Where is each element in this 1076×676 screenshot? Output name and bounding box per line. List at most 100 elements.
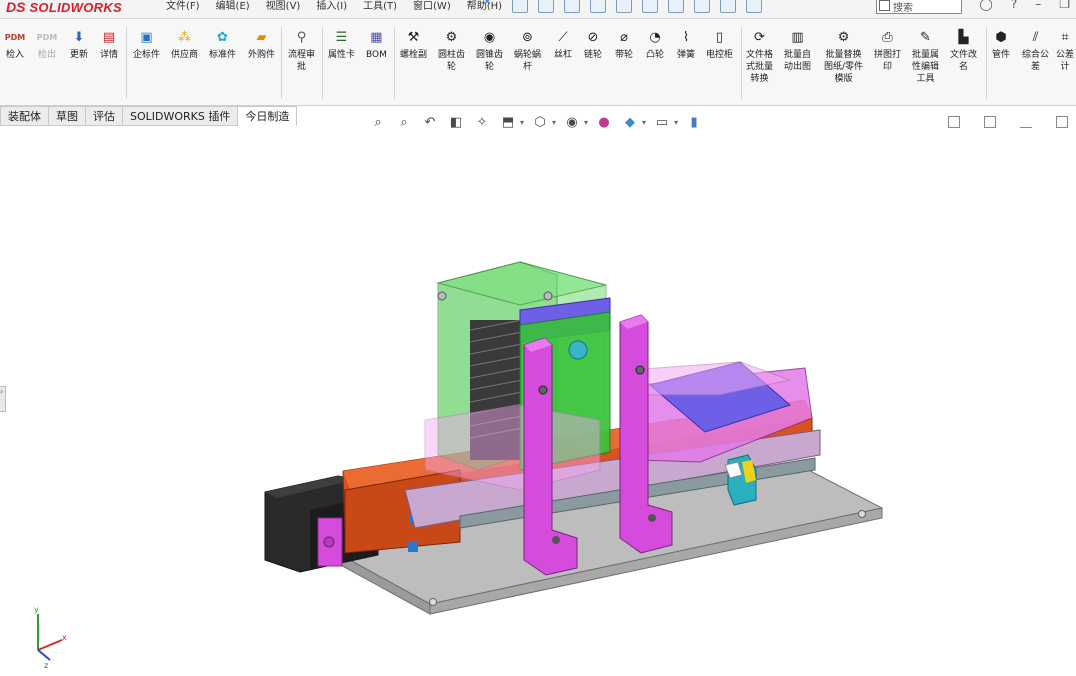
view-settings-icon[interactable]: ▭ <box>652 112 672 132</box>
pdm-checkin-icon: PDM <box>4 33 26 42</box>
search-input[interactable]: 搜索 <box>876 0 962 14</box>
ribbon-button-tolerance[interactable]: ⫽ 综合公 差 <box>1022 29 1049 73</box>
select-icon[interactable] <box>668 0 684 13</box>
ribbon-label: BOM <box>366 50 387 60</box>
edit-appearance-icon[interactable]: ● <box>594 112 614 132</box>
doc-restore-icon[interactable] <box>1056 116 1068 128</box>
print-icon[interactable] <box>616 0 632 13</box>
menu-file[interactable]: 文件(F) <box>166 0 200 12</box>
undo-icon[interactable] <box>642 0 658 13</box>
ribbon-button-batch-drawing[interactable]: ▥ 批量自 动出图 <box>784 29 811 73</box>
ribbon-button-batch-property-edit[interactable]: ✎ 批量属 性编辑 工具 <box>912 29 939 85</box>
pin-icon[interactable]: ✕ <box>483 0 491 8</box>
ribbon-button-pulley[interactable]: ⌀ 带轮 <box>615 29 633 61</box>
ribbon-label: 拼图打 印 <box>874 50 902 72</box>
chevron-down-icon[interactable]: ▾ <box>642 118 646 127</box>
doc-minimize-icon[interactable] <box>1020 116 1032 128</box>
previous-view-icon[interactable]: ↶ <box>420 112 440 132</box>
chevron-down-icon[interactable]: ▾ <box>584 118 588 127</box>
ribbon-button-cam[interactable]: ◔ 凸轮 <box>646 29 664 61</box>
dynamic-annotation-icon[interactable]: ✧ <box>472 112 492 132</box>
ribbon-button-pipe-fitting[interactable]: ⬢ 管件 <box>992 29 1010 61</box>
ribbon-button-purchased-part[interactable]: ▰ 外购件 <box>248 29 275 61</box>
ribbon-button-control-cabinet[interactable]: ▯ 电控柜 <box>706 29 733 61</box>
ribbon-separator <box>986 27 987 99</box>
ribbon-button-supplier[interactable]: ⁂ 供应商 <box>171 29 198 61</box>
help-icon[interactable]: ? <box>1011 0 1017 11</box>
solidworks-logo-text: SOLIDWORKS <box>29 0 123 15</box>
tab-today-manufacturing[interactable]: 今日制造 <box>238 106 298 126</box>
ribbon-button-bom[interactable]: ▦ BOM <box>366 29 387 61</box>
ribbon-label: 电控柜 <box>706 50 734 60</box>
ribbon-label: 文件改 名 <box>950 50 978 72</box>
command-ribbon: PDM 检入 PDM 检出 ⬇ 更新 ▤ 详情 ▣ 企标件 ⁂ 供应商 ✿ 标准… <box>0 19 1076 106</box>
ribbon-label: 批量替换 图纸/零件 模版 <box>824 50 864 84</box>
ribbon-button-standard-part[interactable]: ✿ 标准件 <box>209 29 236 61</box>
ribbon-button-property-card[interactable]: ☰ 属性卡 <box>328 29 355 61</box>
ribbon-button-spur-gear[interactable]: ⚙ 圆柱齿 轮 <box>438 29 465 73</box>
cascade-icon[interactable] <box>984 116 996 128</box>
chevron-down-icon[interactable]: ▾ <box>552 118 556 127</box>
ribbon-label: 详情 <box>100 50 119 60</box>
tile-icon[interactable] <box>948 116 960 128</box>
worm-gear-icon: ⊚ <box>522 30 533 45</box>
menu-view[interactable]: 视图(V) <box>266 0 301 12</box>
apply-scene-icon[interactable]: ◆ <box>620 112 640 132</box>
ribbon-label: 凸轮 <box>646 50 665 60</box>
ribbon-button-batch-convert[interactable]: ⟳ 文件格 式批量 转换 <box>746 29 773 85</box>
traffic-light-icon[interactable] <box>694 0 710 13</box>
ribbon-button-approval-flow[interactable]: ⚲ 流程审 批 <box>288 29 315 73</box>
ribbon-button-update[interactable]: ⬇ 更新 <box>70 29 88 61</box>
home-icon[interactable] <box>512 0 528 13</box>
cam-icon: ◔ <box>649 30 661 45</box>
ribbon-button-checkout[interactable]: PDM 检出 <box>37 29 57 61</box>
ribbon-button-spring[interactable]: ⌇ 弹簧 <box>677 29 695 61</box>
ribbon-button-worm-gear[interactable]: ⊚ 蜗轮蜗 杆 <box>514 29 541 73</box>
solidworks-logo[interactable]: DS SOLIDWORKS <box>6 0 122 16</box>
zoom-to-area-icon[interactable]: ⌕ <box>394 112 414 132</box>
tab-assembly[interactable]: 装配体 <box>0 106 49 126</box>
open-icon[interactable] <box>564 0 580 13</box>
save-icon[interactable] <box>590 0 606 13</box>
menu-insert[interactable]: 插入(I) <box>316 0 347 12</box>
ribbon-label: 丝杠 <box>554 50 573 60</box>
chevron-down-icon[interactable]: ▾ <box>674 118 678 127</box>
lead-screw-icon: ⟋ <box>558 30 568 45</box>
ribbon-button-sprocket[interactable]: ⊘ 链轮 <box>584 29 602 61</box>
ribbon-button-rename-file[interactable]: ▙ 文件改 名 <box>950 29 977 73</box>
display-style-icon[interactable]: ⬡ <box>530 112 550 132</box>
menu-tools[interactable]: 工具(T) <box>363 0 397 12</box>
new-document-icon[interactable] <box>538 0 554 13</box>
spur-gear-icon: ⚙ <box>445 30 458 45</box>
ribbon-button-details[interactable]: ▤ 详情 <box>100 29 118 61</box>
tab-sketch[interactable]: 草图 <box>49 106 86 126</box>
restore-icon[interactable]: ❐ <box>1059 0 1070 11</box>
ribbon-button-enterprise-part[interactable]: ▣ 企标件 <box>133 29 160 61</box>
ribbon-separator <box>322 27 323 99</box>
view-orientation-icon[interactable]: ⬒ <box>498 112 518 132</box>
minimize-icon[interactable]: – <box>1035 0 1041 11</box>
graphics-area[interactable]: y x z <box>0 130 1076 672</box>
ribbon-button-print[interactable]: ⎙ 拼图打 印 <box>874 29 901 73</box>
display-pane-icon[interactable]: ▮ <box>684 112 704 132</box>
zoom-to-fit-icon[interactable]: ⌕ <box>368 112 388 132</box>
options-gear-icon[interactable] <box>746 0 762 13</box>
chevron-down-icon[interactable]: ▾ <box>520 118 524 127</box>
hide-show-items-icon[interactable]: ◉ <box>562 112 582 132</box>
tab-evaluate[interactable]: 评估 <box>86 106 123 126</box>
ribbon-button-checkin[interactable]: PDM 检入 <box>4 29 26 61</box>
file-properties-icon[interactable] <box>720 0 736 13</box>
ribbon-button-tolerance-calc[interactable]: ⌗ 公差 计 <box>1056 29 1074 73</box>
ribbon-button-bevel-gear[interactable]: ◉ 圆锥齿 轮 <box>476 29 503 73</box>
user-icon[interactable]: ◯ <box>979 0 992 11</box>
section-view-icon[interactable]: ◧ <box>446 112 466 132</box>
rename-file-icon: ▙ <box>958 30 969 45</box>
ribbon-button-bolt-pair[interactable]: ⚒ 螺栓副 <box>400 29 427 61</box>
menu-window[interactable]: 窗口(W) <box>413 0 451 12</box>
ribbon-label: 圆锥齿 轮 <box>476 50 504 72</box>
tab-solidworks-addins[interactable]: SOLIDWORKS 插件 <box>123 106 239 126</box>
ribbon-button-batch-replace-template[interactable]: ⚙ 批量替换 图纸/零件 模版 <box>824 29 863 85</box>
menu-edit[interactable]: 编辑(E) <box>216 0 250 12</box>
ribbon-button-lead-screw[interactable]: ⟋ 丝杠 <box>554 29 572 61</box>
ribbon-label: 带轮 <box>615 50 634 60</box>
